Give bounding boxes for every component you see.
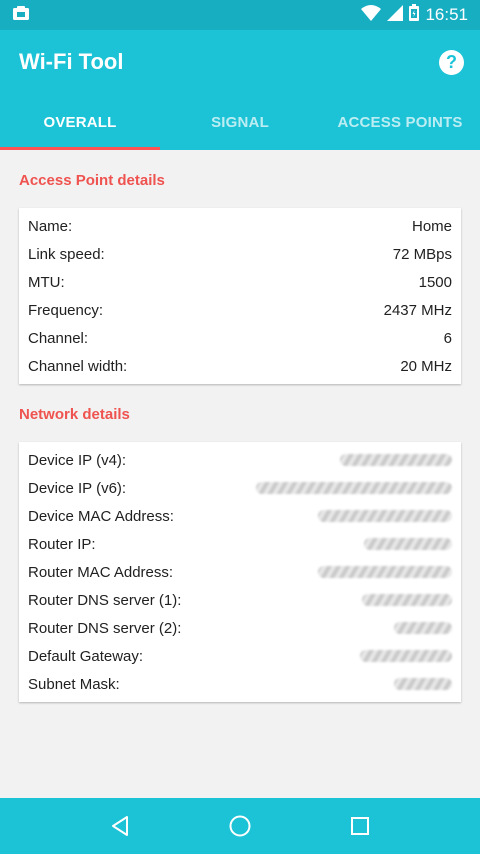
status-bar: 16:51	[0, 0, 480, 30]
access-point-section-title: Access Point details	[19, 172, 165, 189]
row-label: Router DNS server (2):	[28, 619, 182, 637]
row-value: Home	[411, 217, 452, 235]
home-icon[interactable]	[220, 806, 260, 846]
row-label: Device MAC Address:	[28, 507, 174, 525]
network-card: Device IP (v4): Device IP (v6): Device M…	[19, 442, 461, 702]
table-row: MTU: 1500	[28, 268, 452, 296]
table-row: Router IP:	[28, 530, 452, 558]
row-label: Default Gateway:	[28, 647, 144, 665]
redacted-value	[318, 566, 452, 578]
row-value: 6	[443, 329, 452, 347]
row-label: Link speed:	[28, 245, 105, 263]
row-label: Device IP (v4):	[28, 451, 127, 469]
tab-signal[interactable]: SIGNAL	[160, 94, 320, 150]
tab-overall[interactable]: OVERALL	[0, 94, 160, 150]
row-value: 1500	[418, 273, 452, 291]
content: Access Point details Name: Home Link spe…	[0, 150, 480, 702]
table-row: Default Gateway:	[28, 642, 452, 670]
row-value: 20 MHz	[400, 357, 452, 375]
status-time: 16:51	[425, 5, 468, 24]
table-row: Subnet Mask:	[28, 670, 452, 698]
status-icons: 16:51	[361, 4, 468, 26]
row-label: Channel width:	[28, 357, 128, 375]
access-point-card: Name: Home Link speed: 72 MBps MTU: 1500…	[19, 208, 461, 384]
recents-icon[interactable]	[340, 806, 380, 846]
app-bar: Wi-Fi Tool ?	[0, 30, 480, 94]
network-section-title: Network details	[19, 406, 130, 423]
redacted-value	[394, 678, 452, 690]
table-row: Device IP (v4):	[28, 446, 452, 474]
battery-icon	[409, 4, 420, 26]
table-row: Device IP (v6):	[28, 474, 452, 502]
signal-icon	[387, 4, 404, 26]
table-row: Frequency: 2437 MHz	[28, 296, 452, 324]
redacted-value	[256, 482, 452, 494]
redacted-value	[364, 538, 452, 550]
row-value: 2437 MHz	[383, 301, 452, 319]
row-label: Name:	[28, 217, 73, 235]
table-row: Channel: 6	[28, 324, 452, 352]
row-label: Router IP:	[28, 535, 96, 553]
redacted-value	[340, 454, 452, 466]
navigation-bar	[0, 798, 480, 854]
tab-bar: OVERALL SIGNAL ACCESS POINTS	[0, 94, 480, 150]
table-row: Link speed: 72 MBps	[28, 240, 452, 268]
table-row: Channel width: 20 MHz	[28, 352, 452, 380]
table-row: Device MAC Address:	[28, 502, 452, 530]
redacted-value	[360, 650, 452, 662]
row-label: Channel:	[28, 329, 89, 347]
table-row: Name: Home	[28, 212, 452, 240]
help-icon[interactable]: ?	[439, 49, 464, 75]
redacted-value	[394, 622, 452, 634]
row-label: MTU:	[28, 273, 65, 291]
row-label: Subnet Mask:	[28, 675, 120, 693]
app-title: Wi-Fi Tool	[19, 49, 124, 74]
table-row: Router MAC Address:	[28, 558, 452, 586]
redacted-value	[362, 594, 452, 606]
wifi-icon	[361, 4, 382, 26]
tab-access-points[interactable]: ACCESS POINTS	[320, 94, 480, 150]
row-label: Router DNS server (1):	[28, 591, 182, 609]
notification-icon	[12, 5, 30, 26]
row-label: Frequency:	[28, 301, 104, 319]
row-label: Device IP (v6):	[28, 479, 127, 497]
table-row: Router DNS server (1):	[28, 586, 452, 614]
table-row: Router DNS server (2):	[28, 614, 452, 642]
back-icon[interactable]	[100, 806, 140, 846]
redacted-value	[318, 510, 452, 522]
row-value: 72 MBps	[392, 245, 452, 263]
row-label: Router MAC Address:	[28, 563, 174, 581]
